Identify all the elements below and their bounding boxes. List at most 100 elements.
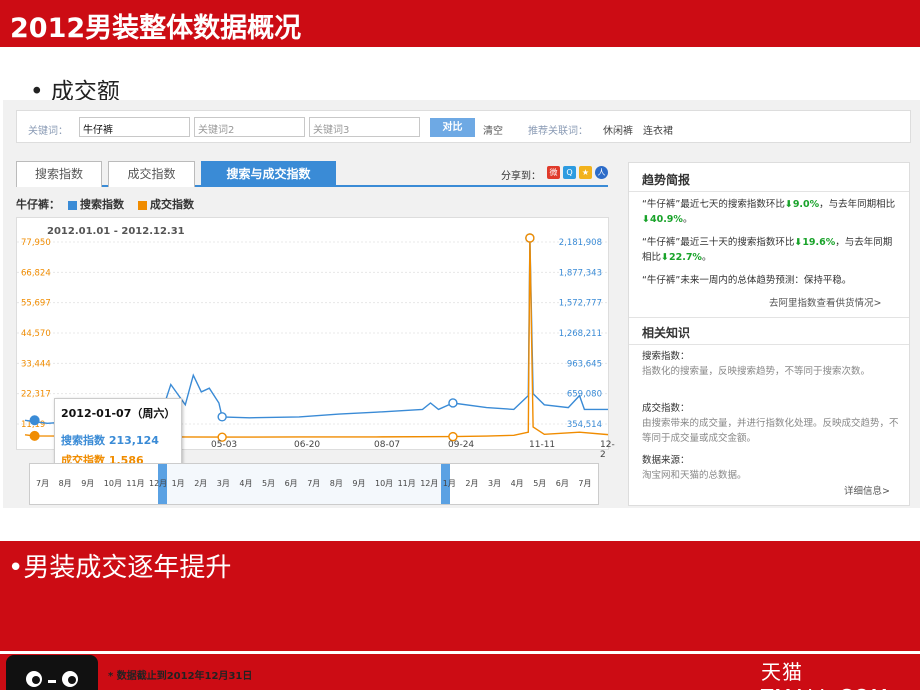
keyword-search-bar: 关键词： 牛仔裤 关键词2 关键词3 对比 清空 推荐关联词： 休闲裤 连衣裙 bbox=[16, 110, 911, 143]
legend-search-swatch bbox=[68, 200, 77, 210]
timeline-month: 3月 bbox=[216, 479, 230, 488]
y-left-tick-label: 66,824 bbox=[21, 268, 51, 278]
title-bar: 2012男装整体数据概况 bbox=[0, 0, 920, 47]
timeline-month: 10月 bbox=[103, 479, 122, 488]
share-label: 分享到： bbox=[501, 171, 541, 182]
deal-marker bbox=[525, 233, 535, 243]
timeline-month: 9月 bbox=[81, 479, 95, 488]
y-left-tick-label: 44,570 bbox=[21, 329, 51, 339]
legend-search-label: 搜索指数 bbox=[80, 198, 124, 211]
x-tick-label: 08-07 bbox=[374, 440, 401, 450]
y-right-tick-label: 963,645 bbox=[567, 359, 602, 369]
deal-index-title: 成交指数： bbox=[642, 403, 690, 414]
x-tick-label: 11-11 bbox=[529, 440, 556, 450]
trend-forecast: “牛仔裤”未来一周内的总体趋势预测：保持平稳。 bbox=[642, 275, 852, 286]
x-tick-label: 06-20 bbox=[294, 440, 321, 450]
index-screenshot: 关键词： 牛仔裤 关键词2 关键词3 对比 清空 推荐关联词： 休闲裤 连衣裙 … bbox=[3, 100, 920, 508]
timeline-month: 1月 bbox=[442, 479, 456, 488]
timeline-month: 6月 bbox=[284, 479, 298, 488]
timeline-month: 11月 bbox=[126, 479, 145, 488]
x-tick-label: 09-24 bbox=[448, 440, 475, 450]
bullet-yearly-growth: •男装成交逐年提升 bbox=[8, 553, 232, 583]
chart-date-range: 2012.01.01 - 2012.12.31 bbox=[47, 226, 185, 237]
keyword-label: 关键词： bbox=[28, 126, 68, 137]
tab-search-and-deal[interactable]: 搜索与成交指数 bbox=[201, 161, 336, 187]
timeline-month: 2月 bbox=[194, 479, 208, 488]
tmall-cat-logo bbox=[6, 655, 98, 690]
timeline-slider[interactable]: 7月 8月 9月 10月 11月 12月 1月 2月 3月 4月 5月 6月 7月 8月 9月 10月 11月 1… bbox=[29, 463, 599, 505]
chart-tooltip: 2012-01-07（周六） 搜索指数 213,124 成交指数 1,586 bbox=[54, 398, 182, 470]
legend-keyword: 牛仔裤： bbox=[16, 198, 60, 211]
keyword2-input[interactable]: 关键词2 bbox=[194, 117, 305, 137]
source-title: 数据来源： bbox=[642, 455, 690, 466]
more-info-link[interactable]: 详细信息> bbox=[844, 483, 890, 497]
timeline-month: 12月 bbox=[149, 479, 168, 488]
trend-sidebar: 趋势简报 “牛仔裤”最近七天的搜索指数环比⬇9.0%，与去年同期相比⬇40.9%… bbox=[628, 162, 910, 506]
y-left-tick-label: 33,444 bbox=[21, 359, 51, 369]
divider bbox=[629, 317, 909, 318]
star-share-icon[interactable]: ★ bbox=[579, 166, 592, 179]
ali-index-link[interactable]: 去阿里指数查看供货情况> bbox=[769, 295, 881, 309]
timeline-month: 4月 bbox=[239, 479, 253, 488]
y-left-tick-label: 22,317 bbox=[21, 390, 51, 400]
y-left-tick-label: 55,697 bbox=[21, 299, 51, 309]
divider bbox=[629, 344, 909, 345]
timeline-month: 5月 bbox=[533, 479, 547, 488]
x-tick-label: 12-2 bbox=[600, 440, 615, 460]
deal-index-desc: 由搜索带来的成交量，并进行指数化处理。反映成交趋势，不等同于成交量或成交金额。 bbox=[642, 418, 899, 444]
keyword3-input[interactable]: 关键词3 bbox=[309, 117, 420, 137]
slide-title: 2012男装整体数据概况 bbox=[10, 13, 302, 44]
timeline-month: 9月 bbox=[352, 479, 366, 488]
related-label: 推荐关联词： bbox=[528, 126, 588, 137]
y-left-tick-label: 77,950 bbox=[21, 238, 51, 248]
timeline-month: 4月 bbox=[510, 479, 524, 488]
trend-heading: 趋势简报 bbox=[642, 173, 691, 187]
timeline-month: 7月 bbox=[36, 479, 50, 488]
y-right-tick-label: 2,181,908 bbox=[559, 238, 602, 248]
chart-legend: 牛仔裤： 搜索指数 成交指数 bbox=[16, 196, 194, 212]
timeline-month: 8月 bbox=[58, 479, 72, 488]
clear-link[interactable]: 清空 bbox=[483, 122, 503, 137]
tooltip-search: 搜索指数 213,124 bbox=[61, 434, 159, 447]
x-tick-label: 05-03 bbox=[211, 440, 238, 450]
timeline-month: 11月 bbox=[397, 479, 416, 488]
trend-30day: “牛仔裤”最近三十天的搜索指数环比⬇19.6%，与去年同期相比⬇22.7%。 bbox=[642, 237, 893, 263]
footnote: * 数据截止到2012年12月31日 bbox=[108, 671, 253, 682]
keyword1-input[interactable]: 牛仔裤 bbox=[79, 117, 190, 137]
timeline-month: 7月 bbox=[307, 479, 321, 488]
trend-7day: “牛仔裤”最近七天的搜索指数环比⬇9.0%，与去年同期相比⬇40.9%。 bbox=[642, 199, 896, 225]
timeline-month: 1月 bbox=[171, 479, 185, 488]
tooltip-search-point bbox=[29, 415, 40, 426]
y-right-tick-label: 1,268,211 bbox=[559, 329, 602, 339]
timeline-month: 8月 bbox=[329, 479, 343, 488]
y-right-tick-label: 354,514 bbox=[567, 420, 602, 430]
divider bbox=[629, 191, 909, 192]
compare-button[interactable]: 对比 bbox=[430, 118, 475, 137]
related-link-2[interactable]: 连衣裙 bbox=[643, 122, 673, 137]
y-right-tick-label: 1,877,343 bbox=[559, 268, 602, 278]
qzone-share-icon[interactable]: Q bbox=[563, 166, 576, 179]
search-marker bbox=[448, 398, 458, 408]
search-index-desc: 指数化的搜索量，反映搜索趋势，不等同于搜索次数。 bbox=[642, 366, 871, 377]
related-link-1[interactable]: 休闲裤 bbox=[603, 122, 633, 137]
search-index-line bbox=[24, 237, 608, 426]
source-desc: 淘宝网和天猫的总数据。 bbox=[642, 470, 747, 481]
timeline-month: 10月 bbox=[375, 479, 394, 488]
renren-share-icon[interactable]: 人 bbox=[595, 166, 608, 179]
timeline-month: 12月 bbox=[420, 479, 439, 488]
timeline-month: 6月 bbox=[555, 479, 569, 488]
tab-search-index[interactable]: 搜索指数 bbox=[16, 161, 102, 187]
timeline-month: 5月 bbox=[262, 479, 276, 488]
tooltip-date: 2012-01-07（周六） bbox=[61, 407, 176, 420]
y-right-tick-label: 659,080 bbox=[567, 390, 602, 400]
search-index-title: 搜索指数： bbox=[642, 351, 690, 362]
slide: 2012男装整体数据概况 • 成交额 关键词： 牛仔裤 关键词2 关键词3 对比… bbox=[0, 0, 920, 690]
tab-deal-index[interactable]: 成交指数 bbox=[108, 161, 195, 187]
knowledge-heading: 相关知识 bbox=[642, 326, 691, 340]
weibo-share-icon[interactable]: 微 bbox=[547, 166, 560, 179]
tmall-brand-logo: 天猫 TMALL.COM bbox=[761, 660, 888, 690]
timeline-month: 7月 bbox=[578, 479, 592, 488]
y-right-tick-label: 1,572,777 bbox=[559, 299, 602, 309]
search-marker bbox=[217, 412, 227, 422]
legend-deal-swatch bbox=[138, 200, 147, 210]
